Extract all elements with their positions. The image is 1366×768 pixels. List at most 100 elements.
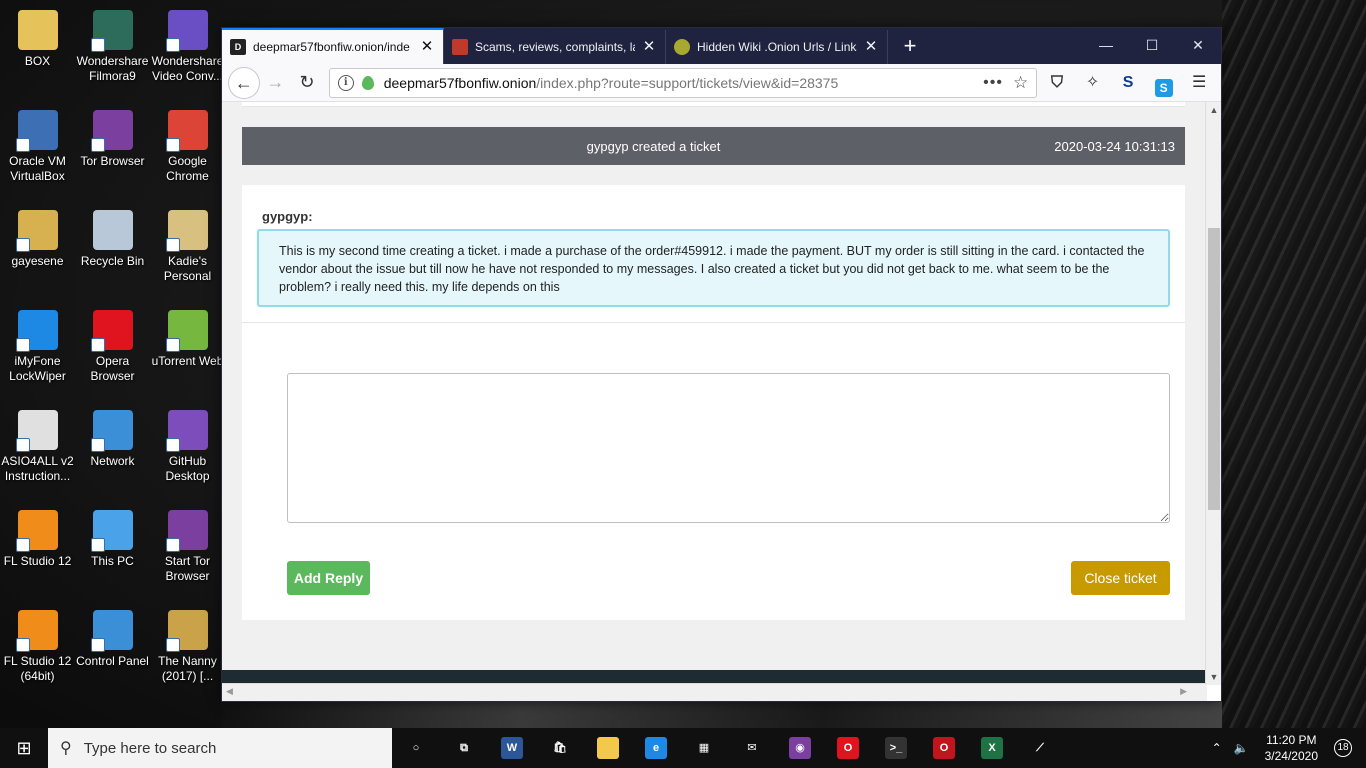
desktop-icon-label: iMyFone LockWiper	[9, 354, 66, 383]
tor-icon[interactable]: ◉	[776, 728, 824, 768]
notifications-icon[interactable]: 18	[1328, 739, 1366, 757]
cortana-icon[interactable]: ○	[392, 728, 440, 768]
excel-icon-glyph: X	[981, 737, 1003, 759]
start-button[interactable]: ⊞	[0, 728, 48, 768]
scroll-down-icon[interactable]: ▼	[1206, 669, 1222, 685]
url-path: /index.php?route=support/tickets/view&id…	[536, 74, 839, 91]
page-actions-icon[interactable]: •••	[983, 74, 1003, 92]
desktop-icon-label: FL Studio 12 (64bit)	[3, 654, 72, 683]
minimize-icon[interactable]: —	[1083, 28, 1129, 62]
ticket-panel: gypgyp: This is my second time creating …	[242, 185, 1185, 620]
back-button[interactable]: ←	[228, 66, 260, 99]
search-placeholder: Type here to search	[83, 739, 217, 757]
desktop-icon[interactable]: Google Chrome	[150, 100, 225, 196]
vertical-scrollbar[interactable]: ▲ ▼	[1205, 102, 1221, 685]
desktop-icon[interactable]: Opera Browser	[75, 300, 150, 396]
desktop-icon[interactable]: Start Tor Browser	[150, 500, 225, 596]
desktop-icon[interactable]: The Nanny (2017) [...	[150, 600, 225, 696]
skype-icon[interactable]: S	[1112, 69, 1144, 97]
desktop-app-icon	[15, 610, 58, 652]
desktop-app-icon	[90, 10, 133, 52]
desktop-icon[interactable]: Wondershare Filmora9	[75, 0, 150, 96]
url-bar[interactable]: i deepmar57fbonfiw.onion /index.php?rout…	[328, 67, 1038, 98]
bookmark-star-icon[interactable]: ☆	[1013, 73, 1028, 93]
file-explorer-icon[interactable]	[584, 728, 632, 768]
desktop-icon[interactable]: gayesene	[0, 200, 75, 296]
extension-icon[interactable]: ✧	[1077, 69, 1109, 97]
desktop-icon[interactable]: Oracle VM VirtualBox	[0, 100, 75, 196]
desktop: BOX Wondershare Filmora9 Wondershare Video…	[0, 0, 1366, 728]
task-view-icon[interactable]: ⧉	[440, 728, 488, 768]
tray-chevron-icon[interactable]: ⌃	[1206, 741, 1228, 755]
desktop-icon[interactable]: Tor Browser	[75, 100, 150, 196]
desktop-icon-label: Kadie's Personal	[163, 254, 212, 283]
desktop-app-icon	[15, 510, 58, 552]
scroll-left-icon[interactable]: ◀	[226, 686, 233, 697]
desktop-icon-label: GitHub Desktop	[165, 454, 210, 483]
desktop-icon-label: gayesene	[11, 254, 64, 268]
reply-textarea[interactable]	[287, 373, 1170, 523]
dev-tool-icon-glyph: ⟋	[1036, 742, 1044, 754]
store-icon[interactable]: 🛍	[536, 728, 584, 768]
wallpaper-right	[1222, 0, 1366, 728]
tab-title: Scams, reviews, complaints, lav	[475, 40, 635, 54]
opera-gx-icon[interactable]: O	[920, 728, 968, 768]
edge-icon[interactable]: e	[632, 728, 680, 768]
close-ticket-button[interactable]: Close ticket	[1071, 561, 1170, 595]
tab-title: deepmar57fbonfiw.onion/inde	[253, 40, 410, 54]
desktop-icon[interactable]: FL Studio 12 (64bit)	[0, 600, 75, 696]
scroll-up-icon[interactable]: ▲	[1206, 102, 1222, 118]
desktop-icon[interactable]: Network	[75, 400, 150, 496]
reload-button[interactable]: ↻	[291, 67, 323, 99]
skype-blue-icon[interactable]: S	[1148, 69, 1180, 97]
mail-icon-glyph: ✉	[747, 742, 757, 754]
scroll-right-icon[interactable]: ▶	[1180, 686, 1187, 697]
calculator-icon[interactable]: ▦	[680, 728, 728, 768]
desktop-icon[interactable]: BOX	[0, 0, 75, 96]
desktop-app-icon	[165, 110, 208, 152]
message-text: This is my second time creating a ticket…	[279, 244, 1145, 294]
desktop-icon[interactable]: GitHub Desktop	[150, 400, 225, 496]
tab-deepmarket[interactable]: D deepmar57fbonfiw.onion/inde ✕	[222, 28, 444, 64]
taskbar-search[interactable]: ⚲ Type here to search	[48, 728, 392, 768]
word-icon[interactable]: W	[488, 728, 536, 768]
excel-icon[interactable]: X	[968, 728, 1016, 768]
desktop-icon[interactable]: Recycle Bin	[75, 200, 150, 296]
url-host: deepmar57fbonfiw.onion	[383, 74, 537, 91]
volume-icon[interactable]: 🔈	[1228, 741, 1255, 755]
desktop-icon[interactable]: FL Studio 12	[0, 500, 75, 596]
scroll-thumb[interactable]	[1208, 228, 1220, 510]
tab-close-icon[interactable]: ✕	[641, 39, 657, 55]
desktop-app-icon	[15, 310, 58, 352]
dev-tool-icon[interactable]: ⟋	[1016, 728, 1064, 768]
desktop-icon[interactable]: Control Panel	[75, 600, 150, 696]
desktop-icon[interactable]: iMyFone LockWiper	[0, 300, 75, 396]
cmd-icon-glyph: >_	[885, 737, 907, 759]
site-info-icon[interactable]: i	[337, 74, 354, 91]
cmd-icon[interactable]: >_	[872, 728, 920, 768]
close-window-icon[interactable]: ✕	[1175, 28, 1221, 62]
word-icon-glyph: W	[501, 737, 523, 759]
menu-icon[interactable]: ☰	[1183, 69, 1215, 97]
desktop-icon[interactable]: ASIO4ALL v2 Instruction...	[0, 400, 75, 496]
shield-icon[interactable]: ⛉	[1041, 69, 1073, 97]
new-tab-button[interactable]: +	[892, 30, 928, 64]
clock[interactable]: 11:20 PM 3/24/2020	[1255, 732, 1328, 764]
horizontal-scrollbar[interactable]: ◀ ▶	[222, 683, 1207, 701]
tab-close-icon[interactable]: ✕	[863, 39, 879, 55]
tab-close-icon[interactable]: ✕	[419, 39, 435, 55]
add-reply-button[interactable]: Add Reply	[287, 561, 370, 595]
tab-scams-reviews[interactable]: Scams, reviews, complaints, lav ✕	[444, 30, 666, 64]
opera-icon[interactable]: O	[824, 728, 872, 768]
desktop-icon[interactable]: This PC	[75, 500, 150, 596]
desktop-icon[interactable]: uTorrent Web	[150, 300, 225, 396]
desktop-icon-label: Control Panel	[76, 654, 149, 668]
tab-hidden-wiki[interactable]: Hidden Wiki .Onion Urls / Links ✕	[666, 30, 888, 64]
desktop-app-icon	[165, 610, 208, 652]
maximize-icon[interactable]: ☐	[1129, 28, 1175, 62]
forward-button[interactable]: →	[260, 67, 292, 99]
desktop-icon[interactable]: Kadie's Personal	[150, 200, 225, 296]
mail-icon[interactable]: ✉	[728, 728, 776, 768]
desktop-icon-label: uTorrent Web	[151, 354, 224, 368]
desktop-icon[interactable]: Wondershare Video Conv...	[150, 0, 225, 96]
